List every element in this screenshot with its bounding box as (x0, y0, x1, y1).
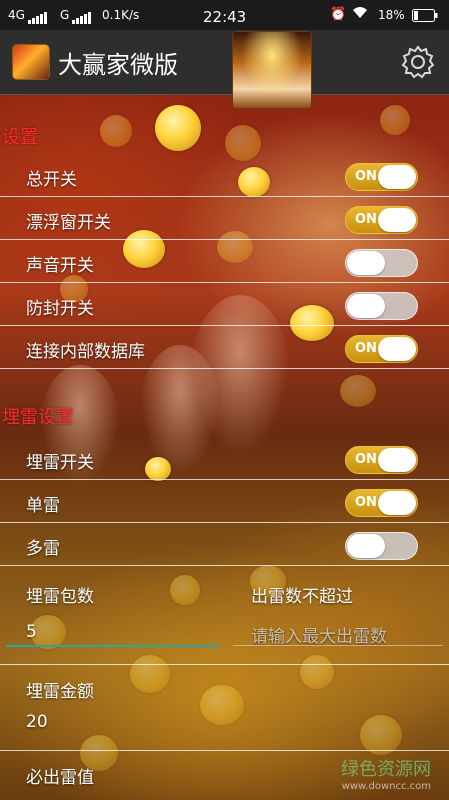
settings-content: 设置 总开关 ON 漂浮窗开关 ON 声音开关 防封开关 连接内部数据库 ON (0, 95, 449, 800)
battery-percent: 18% (378, 8, 405, 22)
watermark-url: www.downcc.com (341, 781, 431, 792)
network-type-1: 4G (8, 8, 25, 22)
input-underline-focused (6, 645, 220, 647)
setting-row-mine-switch: 埋雷开关 ON (0, 437, 449, 480)
toggle-on-text: ON (355, 212, 377, 227)
gear-icon[interactable] (400, 44, 436, 80)
watermark-text: 绿色资源网 (341, 759, 431, 780)
mine-switch-toggle[interactable]: ON (345, 446, 418, 474)
divider (0, 664, 449, 665)
app-title: 大赢家微版 (58, 51, 178, 79)
toggle-knob (378, 448, 416, 472)
setting-row-master-switch: 总开关 ON (0, 154, 449, 197)
network-speed: 0.1K/s (102, 8, 140, 22)
setting-label: 单雷 (26, 496, 60, 516)
game-banner-image (232, 31, 312, 109)
signal-icon-2 (72, 10, 92, 24)
app-header: 大赢家微版 (0, 30, 449, 109)
toggle-on-text: ON (355, 495, 377, 510)
internal-database-toggle[interactable]: ON (345, 335, 418, 363)
sound-toggle[interactable] (345, 249, 418, 277)
multi-mine-toggle[interactable] (345, 532, 418, 560)
setting-label: 防封开关 (26, 299, 94, 319)
battery-icon (412, 9, 438, 25)
mine-packets-label: 埋雷包数 (26, 587, 94, 607)
wifi-icon (352, 6, 368, 23)
master-switch-toggle[interactable]: ON (345, 163, 418, 191)
toggle-knob (347, 294, 385, 318)
setting-label: 多雷 (26, 539, 60, 559)
max-mines-label: 出雷数不超过 (251, 587, 353, 607)
alarm-icon: ⏰ (330, 7, 347, 22)
toggle-on-text: ON (355, 169, 377, 184)
setting-row-internal-database: 连接内部数据库 ON (0, 326, 449, 369)
must-mine-value-label: 必出雷值 (26, 768, 94, 788)
setting-row-multi-mine: 多雷 (0, 523, 449, 566)
mine-amount-label: 埋雷金额 (26, 682, 94, 702)
setting-row-floating-window: 漂浮窗开关 ON (0, 197, 449, 240)
clock: 22:43 (203, 8, 247, 26)
setting-label: 连接内部数据库 (26, 342, 145, 362)
setting-label: 埋雷开关 (26, 453, 94, 473)
max-mines-input[interactable]: 请输入最大出雷数 (251, 622, 387, 647)
toggle-knob (378, 337, 416, 361)
toggle-knob (378, 165, 416, 189)
status-bar: 4G G 0.1K/s 22:43 ⏰ 18% (0, 0, 449, 30)
setting-row-anti-ban: 防封开关 (0, 283, 449, 326)
section-title-mine-settings: 埋雷设置 (2, 407, 74, 428)
section-title-settings: 设置 (2, 127, 38, 148)
setting-row-single-mine: 单雷 ON (0, 480, 449, 523)
app-logo (12, 44, 50, 80)
toggle-knob (347, 251, 385, 275)
toggle-knob (378, 208, 416, 232)
watermark: 绿色资源网 www.downcc.com (341, 755, 431, 792)
divider (0, 750, 449, 751)
toggle-knob (378, 491, 416, 515)
setting-label: 漂浮窗开关 (26, 213, 111, 233)
setting-label: 声音开关 (26, 256, 94, 276)
setting-row-sound: 声音开关 (0, 240, 449, 283)
setting-label: 总开关 (26, 170, 77, 190)
toggle-on-text: ON (355, 452, 377, 467)
mine-amount-input[interactable]: 20 (26, 712, 48, 732)
input-underline (233, 645, 443, 646)
single-mine-toggle[interactable]: ON (345, 489, 418, 517)
floating-window-toggle[interactable]: ON (345, 206, 418, 234)
signal-icon (28, 10, 48, 24)
toggle-on-text: ON (355, 341, 377, 356)
mine-packets-input[interactable]: 5 (26, 622, 37, 642)
network-type-2: G (60, 8, 70, 22)
toggle-knob (347, 534, 385, 558)
anti-ban-toggle[interactable] (345, 292, 418, 320)
